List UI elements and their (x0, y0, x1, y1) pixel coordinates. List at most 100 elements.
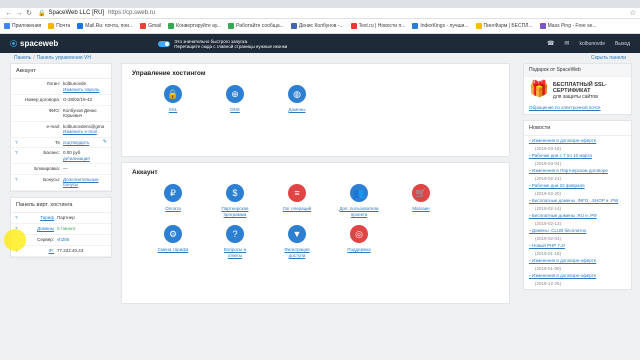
promo-banner: Это значительно быстрого запуска. Перета… (158, 39, 287, 49)
bookmark-item[interactable]: Gmail (140, 23, 161, 29)
bookmark-item[interactable]: Работайте сообща... (228, 23, 284, 29)
hosting-row-key[interactable]: Тариф (21, 215, 57, 221)
tile-label: Партнерская программа (222, 206, 249, 217)
news-item-title[interactable]: Изменения в договоре-оферте (529, 138, 626, 143)
browser-tab-strip[interactable] (0, 0, 640, 8)
bookmark-label: Денис Колбунов -... (298, 23, 344, 29)
hosting-box: Панель вирт. хостинга ? Тариф Партнер? Доме… (10, 196, 112, 258)
bookmark-item[interactable]: Почта (48, 23, 70, 29)
gift-body[interactable]: 🎁 БЕСПЛАТНЫЙ SSL- СЕРТИФИКАТ для защиты … (524, 77, 631, 105)
news-item-title[interactable]: Рабочие дни с 7 по 10 марта (529, 153, 626, 158)
bookmark-label: Конвертируйте ау... (176, 23, 222, 29)
mail-icon[interactable]: ✉ (564, 40, 569, 47)
bookmark-label: Почта (56, 23, 71, 29)
account-row-link[interactable]: подтвердить (63, 140, 103, 146)
tile-label-line-2: проекта (350, 211, 368, 217)
forward-icon[interactable]: → (14, 10, 24, 17)
exit-link[interactable]: Выход (615, 41, 630, 47)
url-text[interactable]: https://cp.sweb.ru (108, 10, 155, 16)
news-item-title[interactable]: Бесплатные домены .RU и .РФ (529, 213, 626, 218)
news-item: Изменения в договоре-оферте (2018-12-26) (524, 271, 631, 286)
bookmark-favicon-icon (228, 23, 235, 29)
news-item-title[interactable]: Рабочие дни 22 февраля (529, 183, 626, 188)
logo[interactable]: ⦿ spaceweb (10, 39, 58, 49)
star-icon[interactable]: ☆ (630, 9, 636, 17)
hosting-row-key[interactable]: IP: (21, 248, 57, 254)
news-item-title[interactable]: Домены .CLUB бесплатно (529, 228, 626, 233)
bookmark-favicon-icon (475, 23, 482, 29)
tile-label-line-2: доступа (288, 252, 306, 258)
cursor-highlight (4, 229, 26, 251)
news-item-date: (2019-03-04) (535, 161, 562, 166)
tile-globe[interactable]: ◍ Домены (266, 85, 328, 113)
gift-line-3: для защиты сайтов (552, 94, 598, 100)
account-panel-title: Аккаунт (132, 169, 158, 176)
news-item-date: (2019-02-13) (535, 221, 562, 226)
news-item-date: (2019-02-04) (535, 236, 562, 241)
hide-panels-link[interactable]: Скрыть панели (591, 55, 626, 61)
account-box-title: Аккаунт (11, 64, 111, 79)
account-row-link[interactable]: Изменить пароль (63, 87, 107, 93)
bookmark-favicon-icon (412, 23, 419, 29)
account-row-link[interactable]: Изменить e-mail (63, 129, 107, 135)
breadcrumb-current[interactable]: Панель управления VH (37, 55, 91, 61)
tile-money-bag[interactable]: $ Партнерская программа (204, 184, 266, 217)
address-bar[interactable]: ← → ↻ 🔒 SpaceWeb LLC [RU] https://cp.swe… (0, 8, 640, 19)
hosting-row: ?IP:77.222.40.43 (11, 246, 111, 257)
gift-email-link[interactable]: Обращение по электронной почте (524, 105, 631, 114)
account-row-link[interactable]: Дополнительные бонусы (63, 177, 107, 188)
bookmark-item[interactable]: Mail.Ru: почта, пои... (77, 23, 133, 29)
tile-lifebuoy[interactable]: ◎ Поддержка (328, 225, 390, 258)
news-item-title[interactable]: Изменения в Партнерском договоре (529, 168, 626, 173)
list-icon: ≡ (288, 184, 306, 202)
hosting-management-panel: Управление хостингом 🔒 SSL ⊕ DNS ◍ Домены (121, 63, 510, 157)
tile-list[interactable]: ≡ Лог операций (266, 184, 328, 217)
bookmark-item[interactable]: Mass Ping - Free se... (539, 23, 597, 29)
phone-icon[interactable]: ☎ (547, 40, 554, 47)
bookmark-favicon-icon (77, 23, 84, 29)
bookmark-item[interactable]: Text.ru | Новости п... (350, 23, 405, 29)
reload-icon[interactable]: ↻ (24, 9, 34, 17)
tile-users[interactable]: 👥 Доп. пользователи проекта (328, 184, 390, 217)
tile-coin[interactable]: ₽ Оплата (142, 184, 204, 217)
bookmark-item[interactable]: ПингФарм | БЕСПЛ... (475, 23, 533, 29)
gift-box: Подарок от SpaceWeb 🎁 БЕСПЛАТНЫЙ SSL- СЕ… (523, 63, 632, 115)
promo-toggle[interactable] (158, 40, 171, 47)
bookmark-label: IndexKings - лучши... (420, 23, 469, 29)
edit-icon[interactable]: ✎ (103, 139, 107, 146)
tile-label-line-1: Домены (288, 107, 306, 112)
news-item-title[interactable]: Бесплатные домены .INFO, .SHOP и .PW (529, 198, 626, 203)
breadcrumb-home[interactable]: Панель (14, 55, 31, 61)
tile-filter[interactable]: ▼ Фильтрация доступа (266, 225, 328, 258)
account-row-value-text: kolbunovde (63, 81, 87, 86)
tile-question[interactable]: ? Вопросы и ответы (204, 225, 266, 258)
tile-label-line-1: Фильтрация (284, 247, 310, 252)
account-row: ФИО: Колбунов Денис Юрьевич (11, 106, 111, 122)
news-title: Новости (524, 121, 631, 136)
hosting-row-value[interactable]: vh285 (57, 237, 107, 243)
back-icon[interactable]: ← (4, 10, 14, 17)
news-item-title[interactable]: Изменения в договоре-оферте (529, 273, 626, 278)
news-item-title[interactable]: Изменения в договоре-оферте (529, 258, 626, 263)
tile-label-line-1: Оплата (165, 206, 181, 211)
username[interactable]: kolbunovde (579, 41, 605, 47)
bookmark-item[interactable]: Конвертируйте ау... (168, 23, 221, 29)
question-icon: ? (226, 225, 244, 243)
hosting-row-key[interactable]: Домены (21, 226, 57, 232)
bookmark-favicon-icon (539, 23, 546, 29)
tile-cart[interactable]: 🛒 Магазин (390, 184, 452, 217)
tile-label-line-2: программа (223, 211, 247, 217)
bookmark-item[interactable]: Приложения (4, 23, 41, 29)
user-box: ☎ ✉ kolbunovde Выход (547, 40, 630, 48)
tile-gear[interactable]: ⚙ Смена тарифа (142, 225, 204, 258)
bookmark-item[interactable]: IndexKings - лучши... (412, 23, 469, 29)
account-row: Номер договора: О-28/02/19-42 (11, 95, 111, 106)
bookmark-item[interactable]: Денис Колбунов -... (290, 23, 344, 29)
news-item-title[interactable]: Новый PHP 7.3! (529, 243, 626, 248)
logo-text: spaceweb (20, 39, 59, 48)
account-row-link[interactable]: детализация (63, 156, 107, 162)
tile-globe[interactable]: ⊕ DNS (204, 85, 266, 113)
gift-text: БЕСПЛАТНЫЙ SSL- СЕРТИФИКАТ для защиты са… (553, 82, 607, 100)
news-item: Рабочие дни 22 февраля (2019-02-20) (524, 181, 631, 196)
tile-lock[interactable]: 🔒 SSL (142, 85, 204, 113)
